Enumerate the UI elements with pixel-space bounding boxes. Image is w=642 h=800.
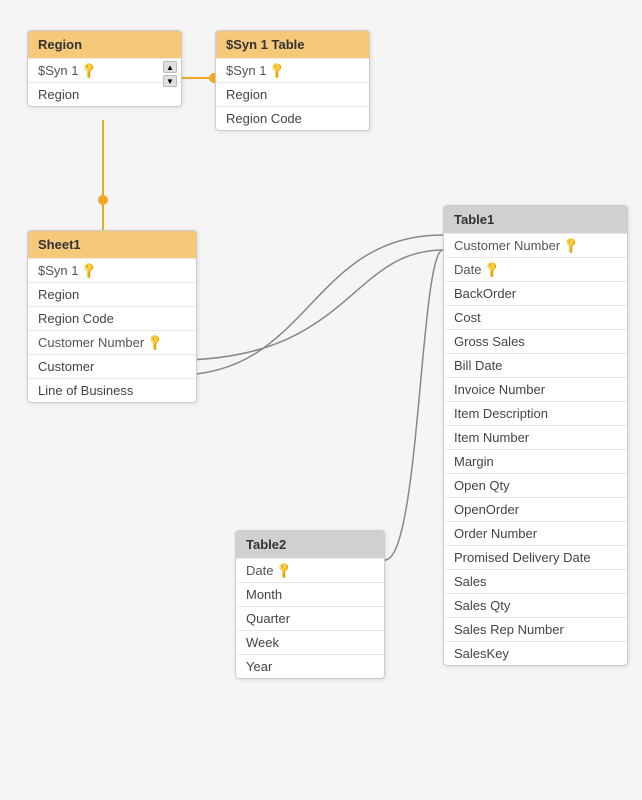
key-icon-table1-customer: 🔑 (562, 236, 581, 255)
key-icon-syn1: 🔑 (268, 61, 287, 80)
table1-field-invoicenumber: Invoice Number (444, 377, 627, 401)
table1-field-cost: Cost (444, 305, 627, 329)
key-icon-sheet1-customer: 🔑 (146, 333, 165, 352)
sheet1-header: Sheet1 (28, 231, 196, 258)
region-field-region: Region (28, 82, 181, 106)
table1-field-openqty: Open Qty (444, 473, 627, 497)
key-icon-sheet1-syn1: 🔑 (80, 261, 99, 280)
table2-header: Table2 (236, 531, 384, 558)
scroll-up-btn[interactable]: ▲ (163, 61, 177, 73)
sheet1-field-customernumber: Customer Number 🔑 (28, 330, 196, 354)
sheet1-field-regioncode: Region Code (28, 306, 196, 330)
table1-field-promiseddelivery: Promised Delivery Date (444, 545, 627, 569)
region-field-syn1: $Syn 1 🔑 (28, 58, 181, 82)
syn1-table-field-region: Region (216, 82, 369, 106)
table1-field-sales: Sales (444, 569, 627, 593)
table2-field-date: Date 🔑 (236, 558, 384, 582)
table1-field-backorder: BackOrder (444, 281, 627, 305)
syn1-table-field-regioncode: Region Code (216, 106, 369, 130)
scroll-indicator[interactable]: ▲ ▼ (163, 61, 177, 87)
region-node[interactable]: Region $Syn 1 🔑 Region ▲ ▼ (27, 30, 182, 107)
table1-field-itemnumber: Item Number (444, 425, 627, 449)
table1-field-itemdescription: Item Description (444, 401, 627, 425)
table1-field-billdate: Bill Date (444, 353, 627, 377)
sheet1-field-syn1: $Syn 1 🔑 (28, 258, 196, 282)
diagram-canvas: Region $Syn 1 🔑 Region ▲ ▼ $Syn 1 Table … (0, 0, 642, 800)
sheet1-field-customer: Customer (28, 354, 196, 378)
syn1-table-node[interactable]: $Syn 1 Table $Syn 1 🔑 Region Region Code (215, 30, 370, 131)
table1-field-ordernumber: Order Number (444, 521, 627, 545)
table2-field-week: Week (236, 630, 384, 654)
sheet1-field-lineofbusiness: Line of Business (28, 378, 196, 402)
table1-field-grosssales: Gross Sales (444, 329, 627, 353)
table2-field-quarter: Quarter (236, 606, 384, 630)
table1-field-openorder: OpenOrder (444, 497, 627, 521)
sheet1-node[interactable]: Sheet1 $Syn 1 🔑 Region Region Code Custo… (27, 230, 197, 403)
table2-field-month: Month (236, 582, 384, 606)
syn1-table-header: $Syn 1 Table (216, 31, 369, 58)
syn1-table-field-syn1: $Syn 1 🔑 (216, 58, 369, 82)
scroll-down-btn[interactable]: ▼ (163, 75, 177, 87)
table1-field-date: Date 🔑 (444, 257, 627, 281)
table1-node[interactable]: Table1 Customer Number 🔑 Date 🔑 BackOrde… (443, 205, 628, 666)
key-icon-table1-date: 🔑 (483, 260, 502, 279)
key-icon: 🔑 (80, 61, 99, 80)
region-header: Region (28, 31, 181, 58)
table1-header: Table1 (444, 206, 627, 233)
sheet1-field-region: Region (28, 282, 196, 306)
table1-field-margin: Margin (444, 449, 627, 473)
key-icon-table2-date: 🔑 (275, 561, 294, 580)
table1-field-salesrepnumber: Sales Rep Number (444, 617, 627, 641)
table2-node[interactable]: Table2 Date 🔑 Month Quarter Week Year (235, 530, 385, 679)
table1-field-customernumber: Customer Number 🔑 (444, 233, 627, 257)
table1-field-salesqty: Sales Qty (444, 593, 627, 617)
table1-field-saleskey: SalesKey (444, 641, 627, 665)
table2-field-year: Year (236, 654, 384, 678)
